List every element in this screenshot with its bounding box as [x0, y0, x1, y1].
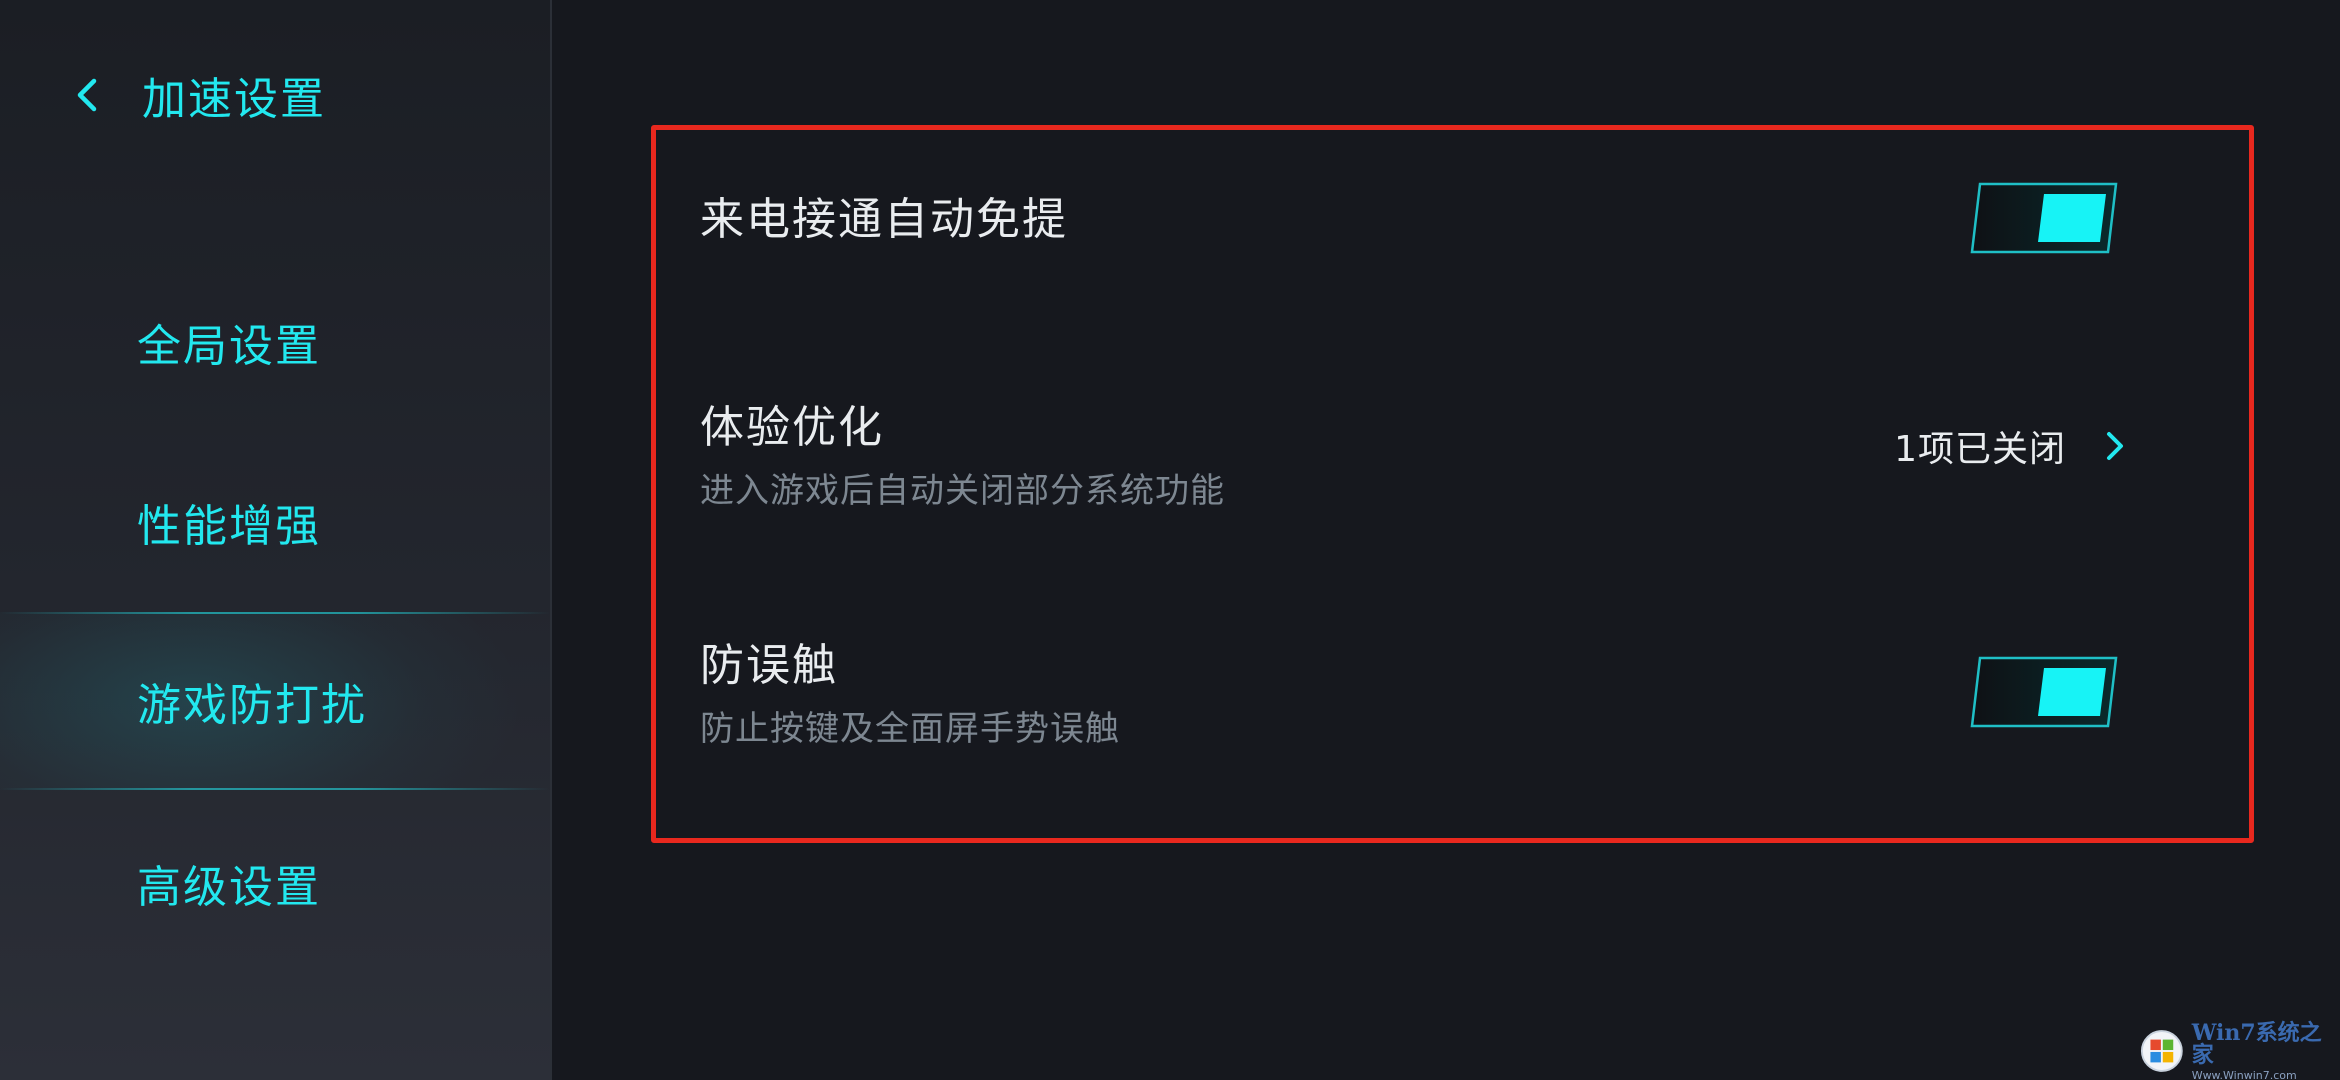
anti-mistouch-toggle[interactable] [1970, 656, 2118, 728]
watermark-url: Www.Winwin7.com [2191, 1068, 2297, 1080]
sidebar-item-game-dnd[interactable]: 游戏防打扰 [0, 612, 550, 790]
setting-subtitle: 防止按键及全面屏手势误触 [700, 709, 1120, 749]
setting-title: 来电接通自动免提 [700, 194, 1068, 245]
back-button[interactable]: 加速设置 [72, 60, 326, 130]
experience-status-text: 1项已关闭 [1894, 429, 2066, 470]
sidebar-divider [550, 0, 552, 1080]
experience-value[interactable]: 1项已关闭 [1894, 420, 2130, 472]
watermark-text: Win7系统之家 Www.Winwin7.com [2192, 1022, 2336, 1080]
page-title: 加速设置 [142, 74, 326, 125]
sidebar: 加速设置 全局设置 性能增强 游戏防打扰 高级设置 [0, 0, 550, 1080]
setting-title: 防误触 [700, 640, 838, 691]
setting-experience-optimization[interactable]: 体验优化 进入游戏后自动关闭部分系统功能 1项已关闭 [700, 398, 2130, 516]
sidebar-item-global-settings[interactable]: 全局设置 [0, 253, 550, 431]
watermark: Win7系统之家 Www.Winwin7.com [2140, 1022, 2336, 1080]
setting-auto-speaker: 来电接通自动免提 [700, 190, 2130, 250]
sidebar-item-performance[interactable]: 性能增强 [0, 433, 550, 611]
sidebar-item-label: 全局设置 [137, 321, 321, 372]
auto-speaker-toggle[interactable] [1970, 182, 2118, 254]
sidebar-item-label: 高级设置 [137, 862, 321, 913]
sidebar-item-advanced[interactable]: 高级设置 [0, 794, 550, 972]
sidebar-item-label: 性能增强 [137, 501, 321, 552]
watermark-brand: Win7系统之家 [2191, 1019, 2322, 1068]
sidebar-item-label: 游戏防打扰 [137, 680, 367, 731]
setting-subtitle: 进入游戏后自动关闭部分系统功能 [700, 471, 1225, 511]
game-settings-screen: 加速设置 全局设置 性能增强 游戏防打扰 高级设置 来电接通自动免提 体验优化 … [0, 0, 2340, 1080]
setting-anti-mistouch: 防误触 防止按键及全面屏手势误触 [700, 636, 2130, 754]
chevron-right-icon [2100, 426, 2130, 466]
windows-logo-icon [2140, 1030, 2183, 1072]
chevron-left-icon [72, 75, 112, 115]
